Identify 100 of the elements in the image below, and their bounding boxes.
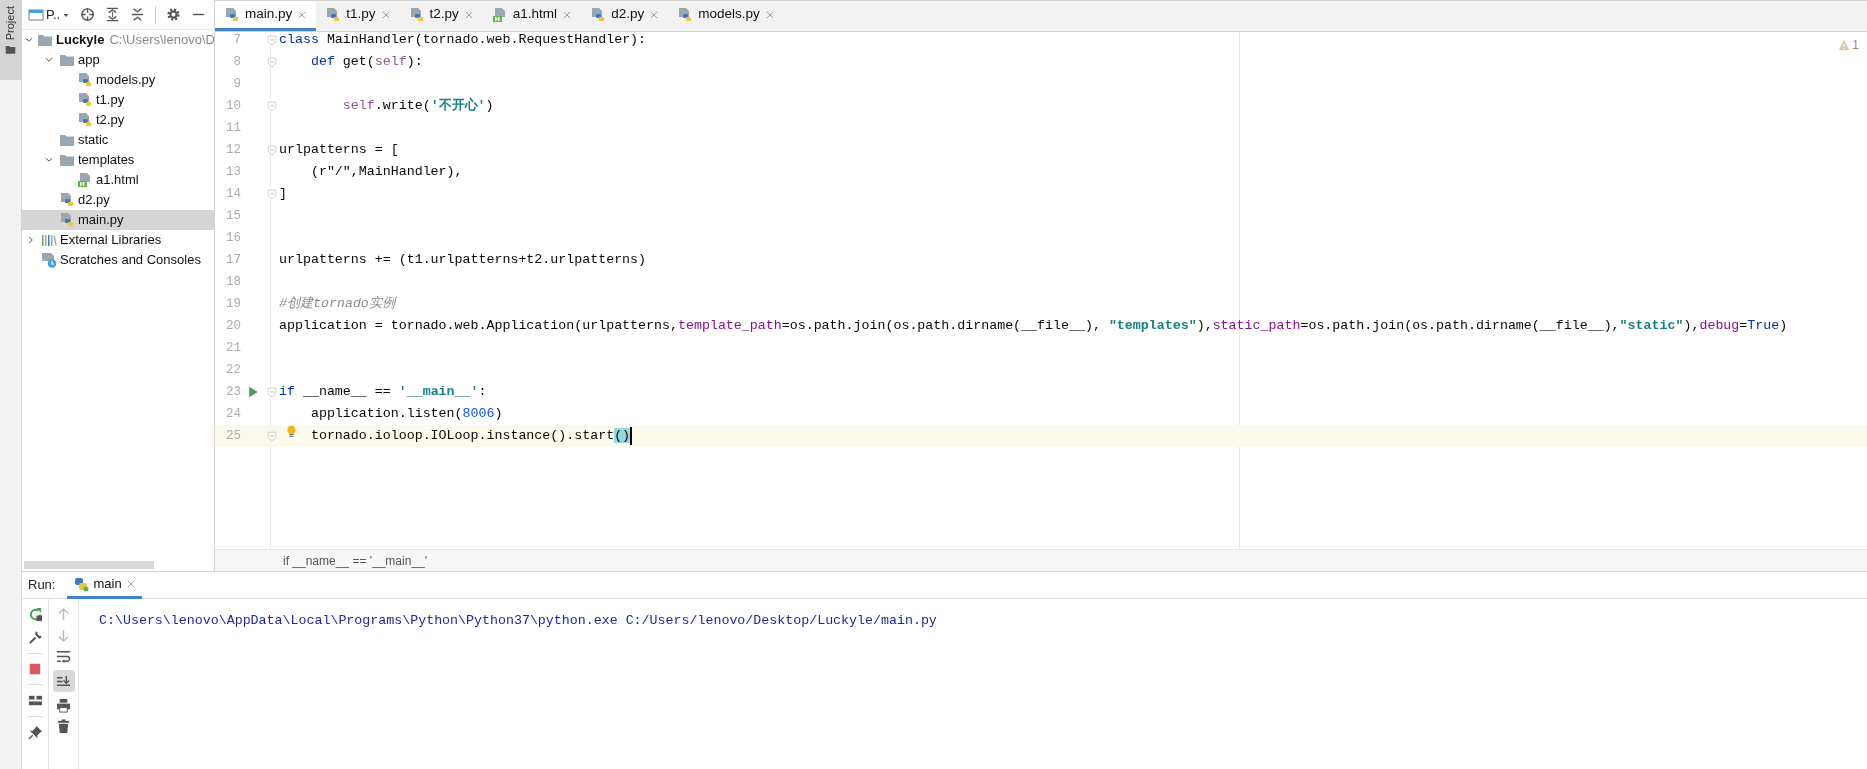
close-icon[interactable] xyxy=(125,578,136,589)
html-file-icon xyxy=(77,172,93,188)
fold-marker-icon[interactable] xyxy=(267,144,277,156)
editor-tab[interactable]: t2.py xyxy=(399,1,483,31)
target-icon[interactable] xyxy=(80,7,96,22)
console-output: C:\Users\lenovo\AppData\Local\Programs\Python\Python37\python.exe C:/Users/lenovo/Desktop/Luckyle/main.py xyxy=(99,613,937,628)
breadcrumb[interactable]: if __name__ == '__main__' xyxy=(283,551,428,570)
close-icon[interactable] xyxy=(463,9,474,20)
line-number: 24 xyxy=(225,405,241,423)
scroll-to-end-icon xyxy=(56,673,71,689)
fold-marker-icon[interactable] xyxy=(267,386,277,398)
close-icon[interactable] xyxy=(297,9,308,20)
tree-item[interactable]: models.py xyxy=(22,70,214,90)
python-file-icon xyxy=(325,6,342,23)
line-number: 10 xyxy=(225,97,241,115)
tree-item[interactable]: t2.py xyxy=(22,110,214,130)
python-file-icon xyxy=(77,112,93,128)
editor-tab[interactable]: main.py xyxy=(215,1,317,31)
warning-icon[interactable] xyxy=(1838,39,1851,51)
close-icon[interactable] xyxy=(562,9,573,20)
editor-tab[interactable]: a1.html xyxy=(482,1,582,31)
tree-item[interactable]: External Libraries xyxy=(22,230,214,250)
arrow-down-icon[interactable] xyxy=(56,628,71,643)
pin-icon[interactable] xyxy=(27,725,43,740)
tree-item[interactable]: main.py xyxy=(22,210,214,230)
python-file-icon xyxy=(590,6,607,23)
code-line: urlpatterns += (t1.urlpatterns+t2.urlpatterns) xyxy=(279,251,647,269)
rerun-icon[interactable] xyxy=(27,607,43,622)
expand-all-icon[interactable] xyxy=(105,7,121,22)
tree-item[interactable]: Scratches and Consoles xyxy=(22,250,214,270)
code-line: application = tornado.web.Application(urlpatterns,template_path=os.path.join(os.path.dirname(__file__), "templates"),static_path=os.path.join(os.path.dirname(__file__),"static"),debug=True) xyxy=(279,317,1788,335)
soft-wrap-icon[interactable] xyxy=(56,649,71,664)
html-file-icon xyxy=(491,6,508,23)
tree-item[interactable]: templates xyxy=(22,150,214,170)
line-number: 9 xyxy=(232,75,241,93)
panel-label: Run: xyxy=(28,576,56,595)
fold-marker-icon[interactable] xyxy=(267,100,277,112)
arrow-up-icon[interactable] xyxy=(56,607,71,622)
stop-icon[interactable] xyxy=(28,662,42,676)
scratch-file-icon xyxy=(41,252,57,268)
fold-marker-icon[interactable] xyxy=(267,430,277,442)
line-number: 23 xyxy=(225,383,241,401)
close-icon[interactable] xyxy=(380,9,391,20)
trash-icon[interactable] xyxy=(56,719,71,734)
line-number: 16 xyxy=(225,229,241,247)
editor-tab[interactable]: t1.py xyxy=(316,1,400,31)
view-selector[interactable]: P.. xyxy=(28,4,71,25)
python-file-icon xyxy=(59,212,75,228)
line-number: 22 xyxy=(225,361,241,379)
lightbulb-icon[interactable] xyxy=(285,423,298,440)
code-line: ] xyxy=(279,185,287,203)
python-file-icon xyxy=(59,192,75,208)
code-line: urlpatterns = [ xyxy=(279,141,399,159)
tree-item[interactable]: static xyxy=(22,130,214,150)
fold-marker-icon[interactable] xyxy=(267,56,277,68)
tree-item[interactable]: d2.py xyxy=(22,190,214,210)
python-file-icon xyxy=(677,6,694,23)
tree-item[interactable]: Luckyle C:\Users\lenovo\D xyxy=(22,30,214,50)
run-icon[interactable] xyxy=(247,386,259,398)
line-number: 18 xyxy=(225,273,241,291)
close-icon[interactable] xyxy=(764,9,775,20)
close-icon[interactable] xyxy=(649,9,660,20)
folder-icon xyxy=(59,152,75,168)
line-number: 21 xyxy=(225,339,241,357)
code-line: #创建tornado实例 xyxy=(279,295,395,313)
fold-marker-icon[interactable] xyxy=(267,188,277,200)
folder-icon xyxy=(5,44,16,56)
python-file-icon xyxy=(224,6,240,23)
folder-icon xyxy=(37,32,53,48)
layout-icon[interactable] xyxy=(27,693,43,708)
run-tab[interactable]: main xyxy=(67,571,142,599)
python-file-icon xyxy=(77,92,93,108)
print-icon[interactable] xyxy=(56,698,71,713)
code-line: application.listen(8006) xyxy=(309,405,503,423)
line-number: 17 xyxy=(225,251,241,269)
text-cursor xyxy=(630,427,633,445)
window-icon xyxy=(28,6,44,23)
code-line: (r"/",MainHandler), xyxy=(309,163,463,181)
line-number: 13 xyxy=(225,163,241,181)
horizontal-scrollbar[interactable] xyxy=(24,561,154,569)
editor-tab[interactable]: d2.py xyxy=(581,1,669,31)
tree-item[interactable]: a1.html xyxy=(22,170,214,190)
editor-tab[interactable]: models.py xyxy=(668,1,784,31)
scroll-to-end-button[interactable] xyxy=(52,670,75,692)
path-label: C:\Users\lenovo\D xyxy=(109,31,214,50)
tree-item[interactable]: t1.py xyxy=(22,90,214,110)
code-line: self.write('不开心') xyxy=(341,96,494,115)
line-number: 7 xyxy=(232,32,241,49)
fold-marker-icon[interactable] xyxy=(267,34,277,46)
wrench-icon[interactable] xyxy=(27,630,43,645)
line-number: 25 xyxy=(225,427,241,445)
folder-icon xyxy=(59,132,75,148)
collapse-all-icon[interactable] xyxy=(130,7,146,22)
python-file-icon xyxy=(408,6,425,23)
line-number: 20 xyxy=(225,317,241,335)
code-line: class MainHandler(tornado.web.RequestHandler): xyxy=(279,32,647,49)
code-line: if __name__ == '__main__': xyxy=(279,383,487,401)
settings-icon[interactable] xyxy=(166,7,182,22)
folder-icon xyxy=(59,52,75,68)
tree-item[interactable]: app xyxy=(22,50,214,70)
